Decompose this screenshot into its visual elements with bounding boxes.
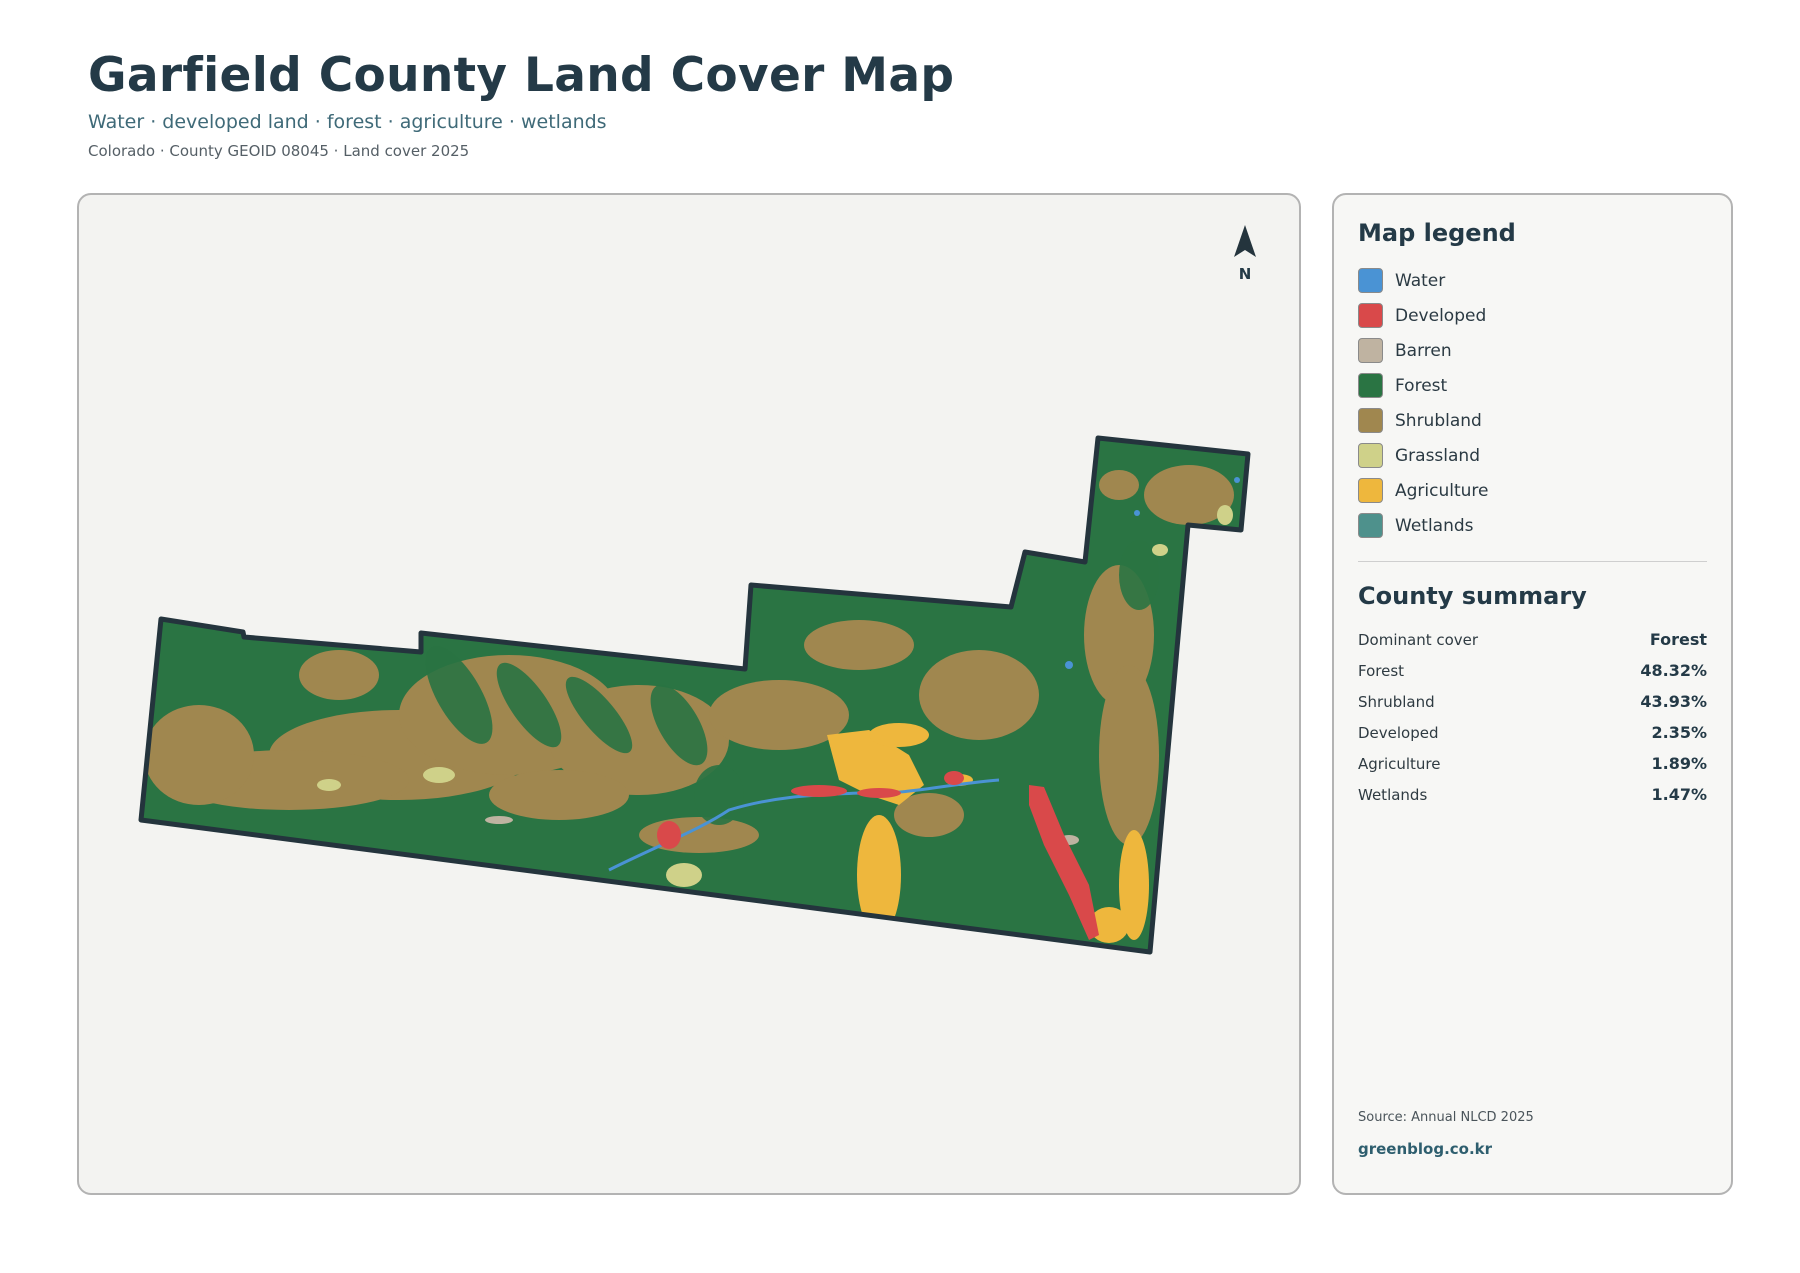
swatch-water [1358, 268, 1383, 293]
legend-label-grassland: Grassland [1395, 445, 1480, 466]
summary-table: Dominant cover Forest Forest 48.32% Shrubl… [1358, 624, 1707, 810]
legend-item-shrubland: Shrubland [1358, 403, 1707, 438]
legend-label-forest: Forest [1395, 375, 1448, 396]
summary-value: 1.47% [1651, 785, 1707, 804]
summary-key: Shrubland [1358, 692, 1435, 711]
page-subtitle: Water · developed land · forest · agricu… [88, 111, 607, 133]
legend-label-developed: Developed [1395, 305, 1487, 326]
north-arrow-icon [1234, 225, 1256, 257]
summary-value: 48.32% [1640, 661, 1707, 680]
county-map[interactable] [79, 195, 1301, 1195]
summary-value: Forest [1649, 630, 1707, 649]
legend-item-agriculture: Agriculture [1358, 473, 1707, 508]
swatch-forest [1358, 373, 1383, 398]
summary-value: 43.93% [1640, 692, 1707, 711]
summary-key: Dominant cover [1358, 630, 1479, 649]
summary-key: Agriculture [1358, 754, 1441, 773]
legend-label-agriculture: Agriculture [1395, 480, 1489, 501]
summary-value: 1.89% [1651, 754, 1707, 773]
summary-key: Wetlands [1358, 785, 1428, 804]
north-label: N [1238, 265, 1252, 283]
summary-key: Forest [1358, 661, 1405, 680]
swatch-developed [1358, 303, 1383, 328]
page-meta: Colorado · County GEOID 08045 · Land cov… [88, 142, 470, 160]
legend-item-grassland: Grassland [1358, 438, 1707, 473]
legend-label-barren: Barren [1395, 340, 1452, 361]
legend-title: Map legend [1358, 219, 1516, 247]
north-arrow: N [1227, 225, 1263, 285]
summary-key: Developed [1358, 723, 1439, 742]
header: Garfield County Land Cover Map Water · d… [88, 48, 954, 160]
summary-row: Wetlands 1.47% [1358, 779, 1707, 810]
legend-label-shrubland: Shrubland [1395, 410, 1482, 431]
divider [1358, 561, 1707, 562]
legend-item-barren: Barren [1358, 333, 1707, 368]
legend-item-water: Water [1358, 263, 1707, 298]
legend-item-wetlands: Wetlands [1358, 508, 1707, 543]
legend-list: Water Developed Barren Forest Shrubland … [1358, 263, 1707, 543]
summary-row: Shrubland 43.93% [1358, 686, 1707, 717]
swatch-wetlands [1358, 513, 1383, 538]
legend-label-water: Water [1395, 270, 1446, 291]
swatch-grassland [1358, 443, 1383, 468]
source-note: Source: Annual NLCD 2025 [1358, 1110, 1534, 1125]
legend-item-developed: Developed [1358, 298, 1707, 333]
side-panel: Map legend Water Developed Barren Forest… [1332, 193, 1733, 1195]
summary-row: Forest 48.32% [1358, 655, 1707, 686]
legend-label-wetlands: Wetlands [1395, 515, 1474, 536]
page-title: Garfield County Land Cover Map [88, 48, 955, 103]
swatch-shrubland [1358, 408, 1383, 433]
summary-row: Agriculture 1.89% [1358, 748, 1707, 779]
swatch-agriculture [1358, 478, 1383, 503]
summary-row: Dominant cover Forest [1358, 624, 1707, 655]
land-cover-layer [141, 438, 1248, 952]
legend-item-forest: Forest [1358, 368, 1707, 403]
swatch-barren [1358, 338, 1383, 363]
site-link[interactable]: greenblog.co.kr [1358, 1140, 1492, 1158]
summary-row: Developed 2.35% [1358, 717, 1707, 748]
summary-title: County summary [1358, 582, 1587, 610]
summary-value: 2.35% [1651, 723, 1707, 742]
map-panel[interactable]: N [77, 193, 1301, 1195]
